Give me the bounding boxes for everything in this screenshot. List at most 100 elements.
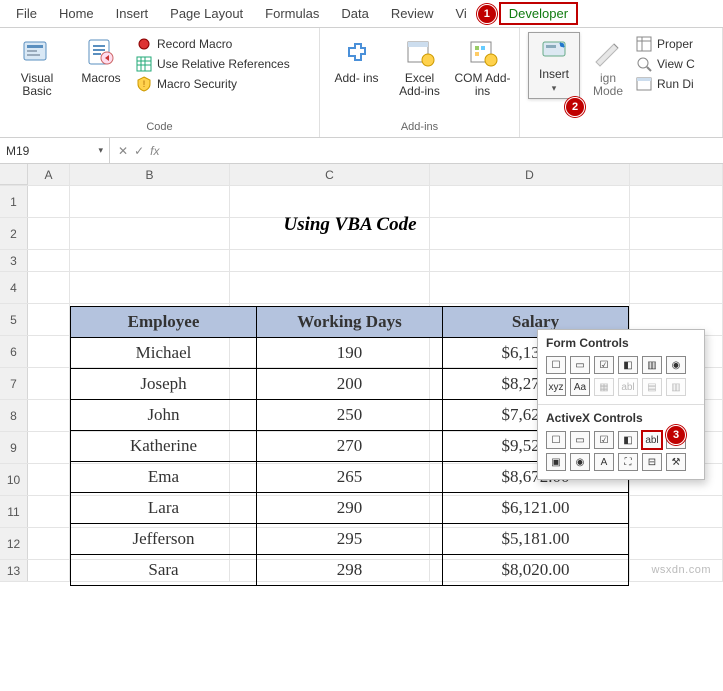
- enter-formula-icon[interactable]: ✓: [134, 144, 144, 158]
- select-all-triangle[interactable]: [0, 164, 28, 185]
- control-icon[interactable]: ☑: [594, 356, 614, 374]
- tab-formulas[interactable]: Formulas: [255, 2, 329, 25]
- macro-security-button[interactable]: ! Macro Security: [136, 76, 290, 92]
- fx-icon[interactable]: fx: [150, 144, 159, 158]
- control-icon[interactable]: abl: [642, 431, 662, 449]
- view-code-button[interactable]: View C: [636, 56, 695, 72]
- cell[interactable]: [28, 432, 70, 463]
- visual-basic-button[interactable]: Visual Basic: [8, 32, 66, 98]
- row-header[interactable]: 2: [0, 218, 28, 249]
- control-icon[interactable]: ◧: [618, 431, 638, 449]
- col-header-a[interactable]: A: [28, 164, 70, 185]
- use-relative-refs-button[interactable]: Use Relative References: [136, 56, 290, 72]
- cell[interactable]: [28, 304, 70, 335]
- cell[interactable]: [28, 186, 70, 217]
- col-header-d[interactable]: D: [430, 164, 630, 185]
- cell[interactable]: [28, 272, 70, 303]
- row-header[interactable]: 1: [0, 186, 28, 217]
- control-icon[interactable]: ▥: [642, 356, 662, 374]
- cell[interactable]: [70, 218, 230, 249]
- cell[interactable]: [230, 272, 430, 303]
- col-header-rest[interactable]: [630, 164, 723, 185]
- control-icon[interactable]: ◉: [570, 453, 590, 471]
- control-icon[interactable]: ▤: [642, 378, 662, 396]
- excel-addins-button[interactable]: Excel Add-ins: [391, 32, 448, 98]
- control-icon[interactable]: ▦: [594, 378, 614, 396]
- addins-button[interactable]: Add- ins: [328, 32, 385, 85]
- tab-file[interactable]: File: [6, 2, 47, 25]
- cell[interactable]: [230, 250, 430, 271]
- cell[interactable]: [70, 250, 230, 271]
- row-header[interactable]: 4: [0, 272, 28, 303]
- cell[interactable]: [28, 368, 70, 399]
- control-icon[interactable]: Aa: [570, 378, 590, 396]
- tab-insert[interactable]: Insert: [106, 2, 159, 25]
- cell[interactable]: [430, 186, 630, 217]
- cell[interactable]: [28, 218, 70, 249]
- cell[interactable]: [430, 250, 630, 271]
- row-header[interactable]: 6: [0, 336, 28, 367]
- row-header[interactable]: 8: [0, 400, 28, 431]
- tab-data[interactable]: Data: [331, 2, 378, 25]
- cell[interactable]: [28, 250, 70, 271]
- cell[interactable]: [630, 272, 723, 303]
- tab-view-cut[interactable]: Vi: [445, 2, 476, 25]
- control-icon[interactable]: ☐: [546, 431, 566, 449]
- control-icon[interactable]: ▣: [546, 453, 566, 471]
- name-box[interactable]: M19 ▾: [0, 138, 110, 163]
- cell[interactable]: [630, 496, 723, 527]
- control-icon[interactable]: ▭: [570, 356, 590, 374]
- cell[interactable]: [70, 272, 230, 303]
- properties-button[interactable]: Proper: [636, 36, 695, 52]
- row-header[interactable]: 13: [0, 560, 28, 581]
- control-icon[interactable]: ⛶: [618, 453, 638, 471]
- row-header[interactable]: 7: [0, 368, 28, 399]
- row-header[interactable]: 3: [0, 250, 28, 271]
- row-header[interactable]: 9: [0, 432, 28, 463]
- control-icon[interactable]: ▭: [570, 431, 590, 449]
- cell[interactable]: [630, 218, 723, 249]
- control-icon[interactable]: ▥: [666, 378, 686, 396]
- control-icon[interactable]: xyz: [546, 378, 566, 396]
- tab-home[interactable]: Home: [49, 2, 104, 25]
- cell[interactable]: [630, 528, 723, 559]
- col-header-c[interactable]: C: [230, 164, 430, 185]
- row-header[interactable]: 10: [0, 464, 28, 495]
- control-icon[interactable]: abl: [618, 378, 638, 396]
- worksheet[interactable]: 12345678910111213 Using VBA Code Employe…: [0, 186, 723, 582]
- tab-review[interactable]: Review: [381, 2, 444, 25]
- row-header[interactable]: 12: [0, 528, 28, 559]
- cell[interactable]: [28, 496, 70, 527]
- cell[interactable]: [28, 336, 70, 367]
- run-dialog-button[interactable]: Run Di: [636, 76, 695, 92]
- cell[interactable]: [28, 528, 70, 559]
- control-icon[interactable]: ⊟: [642, 453, 662, 471]
- chevron-down-icon[interactable]: ▾: [98, 145, 103, 156]
- macros-button[interactable]: Macros: [72, 32, 130, 85]
- insert-controls-button[interactable]: Insert ▾ 2: [528, 32, 580, 99]
- cell[interactable]: [630, 186, 723, 217]
- tab-developer[interactable]: Developer: [499, 2, 578, 25]
- cell[interactable]: [430, 272, 630, 303]
- control-icon[interactable]: ◉: [666, 356, 686, 374]
- cancel-formula-icon[interactable]: ✕: [118, 144, 128, 158]
- control-icon[interactable]: A: [594, 453, 614, 471]
- cell[interactable]: [630, 250, 723, 271]
- control-icon[interactable]: ⚒: [666, 453, 686, 471]
- control-icon[interactable]: ☑: [594, 431, 614, 449]
- design-mode-button[interactable]: ign Mode: [586, 32, 630, 98]
- cell[interactable]: [70, 186, 230, 217]
- cell[interactable]: [28, 400, 70, 431]
- cell[interactable]: [28, 464, 70, 495]
- row-header[interactable]: 5: [0, 304, 28, 335]
- cell[interactable]: [430, 218, 630, 249]
- tab-page-layout[interactable]: Page Layout: [160, 2, 253, 25]
- cell[interactable]: [230, 218, 430, 249]
- col-header-b[interactable]: B: [70, 164, 230, 185]
- control-icon[interactable]: ☐: [546, 356, 566, 374]
- cell[interactable]: [230, 186, 430, 217]
- com-addins-button[interactable]: COM Add-ins: [454, 32, 511, 98]
- record-macro-button[interactable]: Record Macro: [136, 36, 290, 52]
- row-header[interactable]: 11: [0, 496, 28, 527]
- cell[interactable]: [28, 560, 70, 581]
